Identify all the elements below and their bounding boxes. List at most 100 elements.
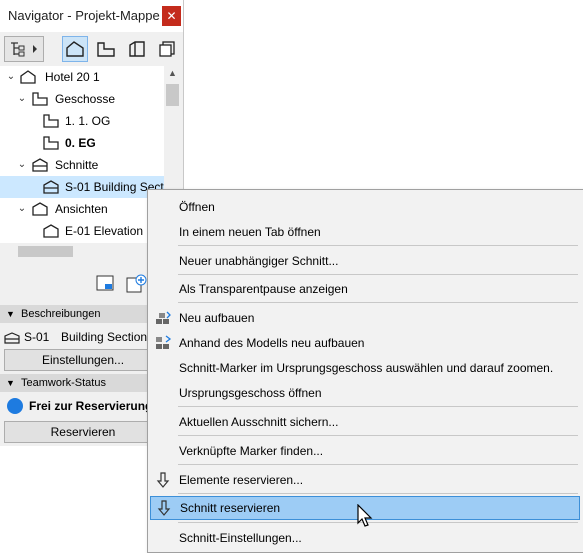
- section-icon: [43, 180, 59, 194]
- menu-separator: [178, 274, 578, 275]
- tree-item-label: Ansichten: [55, 202, 108, 216]
- menu-item-label: Elemente reservieren...: [179, 473, 304, 487]
- menu-item-save-current-view[interactable]: Aktuellen Ausschnitt sichern...: [148, 410, 583, 434]
- menu-item-open-new-tab[interactable]: In einem neuen Tab öffnen: [148, 220, 583, 244]
- chevron-down-icon[interactable]: ⌄: [16, 88, 28, 110]
- menu-item-open[interactable]: Öffnen: [148, 195, 583, 219]
- menu-item-show-as-trace[interactable]: Als Transparentpause anzeigen: [148, 277, 583, 301]
- elevation-icon: [43, 224, 59, 238]
- teamwork-header[interactable]: ▼ Teamwork-Status: [0, 374, 164, 392]
- menu-separator: [178, 522, 578, 523]
- menu-item-label: Neu aufbauen: [179, 311, 255, 325]
- tree-item[interactable]: ⌄ Ansichten: [0, 198, 164, 220]
- menu-item-reserve-elements[interactable]: Elemente reservieren...: [148, 468, 583, 492]
- menu-item-label: Ursprungsgeschoss öffnen: [179, 386, 322, 400]
- teamwork-status-text: Frei zur Reservierung: [29, 399, 153, 413]
- section-title: Beschreibungen: [21, 308, 101, 320]
- menu-item-label: Schnitt-Marker im Ursprungsgeschoss ausw…: [179, 361, 554, 375]
- new-view-icon[interactable]: [126, 274, 148, 297]
- reserve-arrow-icon: [156, 472, 170, 488]
- title-bar: Navigator - Projekt-Mappe ✕: [0, 0, 183, 32]
- section-title: Teamwork-Status: [21, 377, 106, 389]
- tree-item[interactable]: 1. 1. OG: [0, 110, 164, 132]
- menu-item-section-settings[interactable]: Schnitt-Einstellungen...: [148, 526, 583, 550]
- rebuild-model-icon: [156, 335, 172, 349]
- context-menu: Öffnen In einem neuen Tab öffnen Neuer u…: [147, 189, 583, 553]
- menu-separator: [178, 435, 578, 436]
- view-map-tab[interactable]: [93, 36, 119, 62]
- publisher-sets-icon: [159, 41, 175, 57]
- view-settings-icon[interactable]: [96, 274, 116, 295]
- tree-item-label: Geschosse: [55, 92, 116, 106]
- sections-icon: [32, 158, 48, 172]
- scroll-up-icon[interactable]: ▲: [168, 68, 177, 78]
- tree-item-label: Schnitte: [55, 158, 99, 172]
- layout-book-icon: [129, 41, 145, 57]
- rebuild-icon: [156, 311, 171, 324]
- chevron-down-icon[interactable]: ⌄: [16, 198, 28, 220]
- menu-separator: [178, 464, 578, 465]
- reserve-arrow-icon: [157, 500, 171, 516]
- project-map-tab[interactable]: [62, 36, 88, 62]
- elevations-icon: [32, 202, 48, 216]
- close-icon: ✕: [166, 9, 177, 23]
- scrollbar-thumb[interactable]: [166, 84, 179, 106]
- status-indicator-icon: [7, 398, 23, 414]
- settings-button[interactable]: Einstellungen...: [4, 349, 162, 371]
- menu-item-new-independent-section[interactable]: Neuer unabhängiger Schnitt...: [148, 249, 583, 273]
- close-button[interactable]: ✕: [162, 6, 181, 26]
- menu-item-label: Als Transparentpause anzeigen: [179, 282, 348, 296]
- menu-item-rebuild-from-model[interactable]: Anhand des Modells neu aufbauen: [148, 331, 583, 355]
- tree-item[interactable]: ⌄ Geschosse: [0, 88, 164, 110]
- menu-item-label: Neuer unabhängiger Schnitt...: [179, 254, 339, 268]
- view-name-value: Building Section: [61, 330, 148, 344]
- menu-item-open-source-story[interactable]: Ursprungsgeschoss öffnen: [148, 381, 583, 405]
- menu-item-label: Schnitt reservieren: [180, 501, 281, 515]
- menu-item-select-marker-and-zoom[interactable]: Schnitt-Marker im Ursprungsgeschoss ausw…: [148, 356, 583, 380]
- menu-item-find-linked-markers[interactable]: Verknüpfte Marker finden...: [148, 439, 583, 463]
- menu-item-label: Öffnen: [179, 200, 215, 214]
- project-map-icon: [66, 41, 84, 57]
- layout-book-tab[interactable]: [124, 36, 150, 62]
- tree-item-label: Hotel 20 1: [45, 70, 100, 84]
- tree-view-icon: [11, 42, 37, 57]
- project-tree: ⌄ Hotel 20 1 ⌄ Geschosse 1. 1. OG 0. EG …: [0, 66, 166, 243]
- chevron-down-icon[interactable]: ⌄: [5, 66, 17, 88]
- menu-item-label: In einem neuen Tab öffnen: [179, 225, 321, 239]
- story-icon: [43, 136, 59, 150]
- chevron-down-icon[interactable]: ⌄: [16, 154, 28, 176]
- tree-item[interactable]: E-01 Elevation (N: [0, 220, 164, 242]
- beschreibungen-header[interactable]: ▼ Beschreibungen: [0, 305, 164, 323]
- chevron-down-icon: ▼: [6, 309, 15, 319]
- menu-separator: [178, 245, 578, 246]
- menu-item-rebuild[interactable]: Neu aufbauen: [148, 306, 583, 330]
- reserve-button[interactable]: Reservieren: [4, 421, 162, 443]
- scrollbar-thumb[interactable]: [18, 246, 73, 257]
- section-icon: [4, 332, 20, 347]
- tree-item-label: 0. EG: [65, 136, 96, 150]
- horizontal-scrollbar[interactable]: [0, 243, 164, 260]
- tree-item-label: E-01 Elevation (N: [65, 224, 160, 238]
- menu-separator: [178, 493, 578, 494]
- menu-separator: [178, 406, 578, 407]
- tree-item[interactable]: ⌄ Hotel 20 1: [0, 66, 164, 88]
- view-id-value: S-01: [24, 330, 50, 344]
- project-icon: [20, 70, 36, 84]
- publisher-sets-tab[interactable]: [154, 36, 180, 62]
- menu-separator: [178, 302, 578, 303]
- view-map-dropdown-button[interactable]: [4, 36, 44, 62]
- menu-item-label: Aktuellen Ausschnitt sichern...: [179, 415, 339, 429]
- tree-item-label: 1. 1. OG: [65, 114, 111, 128]
- tree-item[interactable]: ⌄ Schnitte: [0, 154, 164, 176]
- stories-icon: [32, 92, 48, 106]
- tree-item-selected[interactable]: S-01 Building Secti: [0, 176, 166, 198]
- story-icon: [43, 114, 59, 128]
- navigator-toolbar: [0, 32, 183, 66]
- menu-item-label: Schnitt-Einstellungen...: [179, 531, 302, 545]
- menu-item-label: Verknüpfte Marker finden...: [179, 444, 324, 458]
- tree-item[interactable]: 0. EG: [0, 132, 164, 154]
- chevron-down-icon: ▼: [6, 378, 15, 388]
- mouse-cursor-icon: [357, 504, 373, 527]
- menu-item-label: Anhand des Modells neu aufbauen: [179, 336, 365, 350]
- window-title: Navigator - Projekt-Mappe: [8, 8, 160, 23]
